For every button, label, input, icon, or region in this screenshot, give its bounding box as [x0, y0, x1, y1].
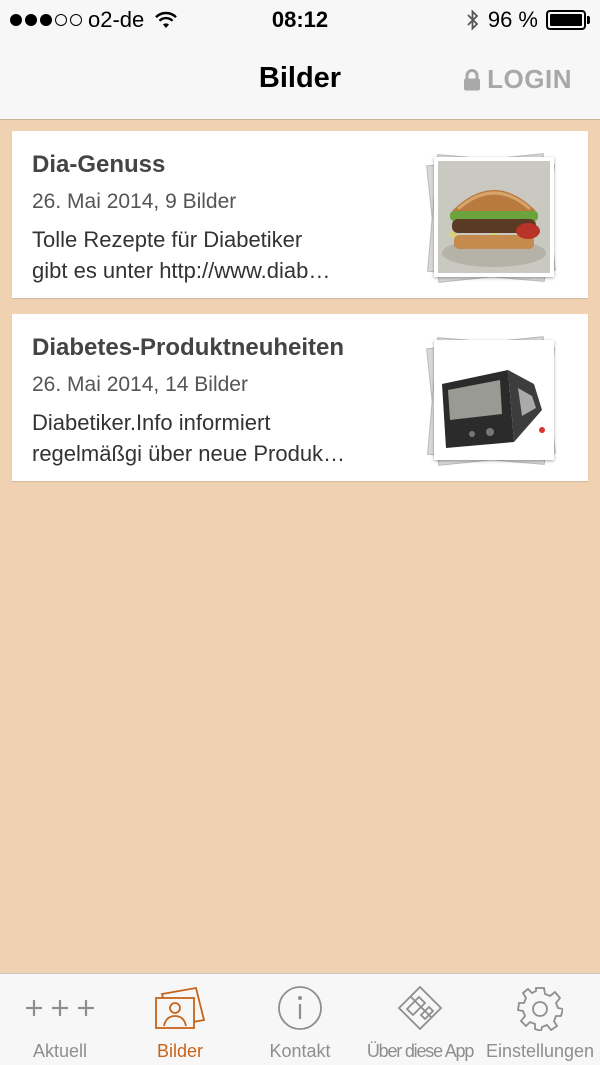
gallery-description-line: Tolle Rezepte für Diabetiker — [32, 227, 303, 252]
gallery-meta: 26. Mai 2014, 14 Bilder — [32, 373, 248, 396]
gallery-description-line: Diabetiker.Info informiert — [32, 410, 271, 435]
glucose-meter-photo-icon — [434, 340, 554, 460]
app-icon — [360, 984, 480, 1032]
gallery-description: Diabetiker.Info informiert regelmäßgi üb… — [32, 407, 402, 469]
tab-kontakt[interactable]: Kontakt — [240, 974, 360, 1065]
login-label: LOGIN — [487, 64, 572, 94]
login-button[interactable]: LOGIN — [463, 64, 572, 95]
status-bar: o2-de 08:12 96 % — [0, 0, 600, 40]
photos-icon — [120, 984, 240, 1032]
gallery-description: Tolle Rezepte für Diabetiker gibt es unt… — [32, 224, 402, 286]
gallery-meta: 26. Mai 2014, 9 Bilder — [32, 190, 237, 213]
plus-plus-plus-icon — [0, 984, 120, 1032]
status-right: 96 % — [466, 7, 590, 33]
tab-bar: Aktuell Bilder Kontakt Über diese App Ei… — [0, 973, 600, 1065]
gear-icon — [480, 984, 600, 1032]
gallery-title: Diabetes-Produktneuheiten — [32, 334, 345, 361]
gallery-description-line: regelmäßgi über neue Produk… — [32, 441, 346, 466]
gallery-item[interactable]: Diabetes-Produktneuheiten 26. Mai 2014, … — [12, 314, 588, 481]
gallery-thumbnail — [426, 336, 560, 466]
battery-percent: 96 % — [487, 7, 538, 32]
info-icon — [240, 984, 360, 1032]
tab-label: Bilder — [156, 1041, 204, 1061]
bluetooth-icon — [467, 9, 479, 31]
gallery-list: Dia-Genuss 26. Mai 2014, 9 Bilder Tolle … — [12, 131, 588, 497]
tab-label: Kontakt — [269, 1041, 331, 1061]
tab-einstellungen[interactable]: Einstellungen — [480, 974, 600, 1065]
tab-ueber-diese-app[interactable]: Über diese App — [360, 974, 480, 1065]
gallery-description-line: gibt es unter http://www.diab… — [32, 258, 331, 283]
gallery-item[interactable]: Dia-Genuss 26. Mai 2014, 9 Bilder Tolle … — [12, 131, 588, 298]
battery-icon — [546, 10, 590, 30]
tab-label: Über diese App — [366, 1041, 474, 1061]
navigation-bar: Bilder LOGIN — [0, 40, 600, 120]
gallery-thumbnail — [426, 153, 560, 283]
tab-aktuell[interactable]: Aktuell — [0, 974, 120, 1065]
lock-icon — [464, 68, 481, 90]
burger-photo-icon — [434, 157, 554, 277]
tab-bilder[interactable]: Bilder — [120, 974, 240, 1065]
gallery-title: Dia-Genuss — [32, 151, 166, 178]
tab-label: Einstellungen — [485, 1041, 595, 1061]
